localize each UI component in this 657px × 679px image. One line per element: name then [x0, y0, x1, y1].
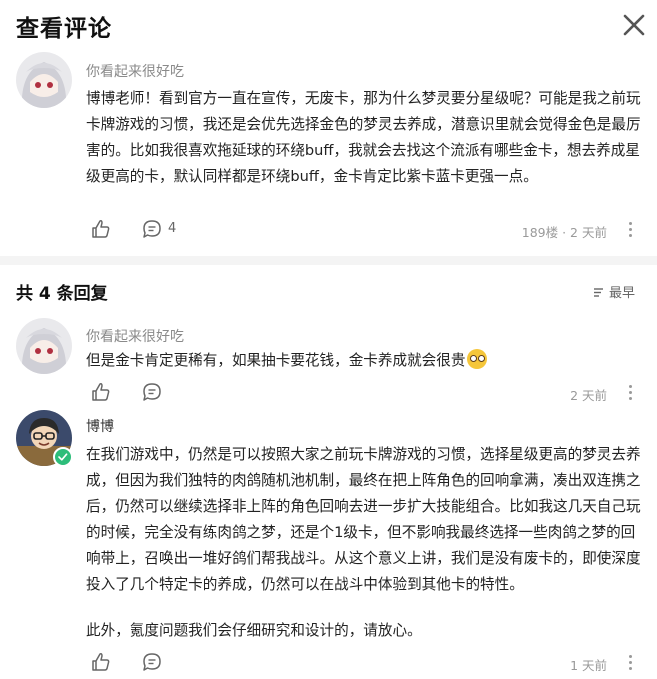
- avatar[interactable]: [16, 318, 72, 374]
- surprised-emoji-icon: [467, 349, 488, 369]
- comment-actions: 4 189楼 · 2 天前: [86, 218, 641, 242]
- reply-text-container: 但是金卡肯定更稀有，如果抽卡要花钱，金卡养成就会很贵: [86, 348, 641, 374]
- section-divider: [0, 256, 657, 265]
- sort-label: 最早: [608, 286, 635, 301]
- sort-icon: [593, 288, 603, 297]
- sort-button[interactable]: 最早: [592, 282, 635, 301]
- reply-text-2: 此外，氪度问题我们会仔细研究和设计的，请放心。: [86, 622, 422, 639]
- close-icon[interactable]: [620, 11, 648, 39]
- dialog-header: 查看评论: [0, 0, 657, 50]
- more-options-icon[interactable]: [621, 381, 641, 403]
- reply-item: 你看起来很好吃 但是金卡肯定更稀有，如果抽卡要花钱，金卡养成就会很贵 2 天前: [0, 318, 657, 404]
- avatar[interactable]: [16, 52, 72, 108]
- main-comment: 你看起来很好吃 博博老师！看到官方一直在宣传，无废卡，那为什么梦灵要分星级呢？可…: [0, 52, 657, 252]
- like-icon[interactable]: [90, 651, 112, 673]
- reply-text: 但是金卡肯定更稀有，如果抽卡要花钱，金卡养成就会很贵: [86, 352, 466, 369]
- reply-meta: 1 天前: [570, 658, 607, 673]
- like-icon[interactable]: [90, 218, 112, 240]
- reply-actions: 2 天前: [86, 381, 641, 405]
- reply-icon[interactable]: [141, 651, 163, 673]
- more-options-icon[interactable]: [621, 218, 641, 240]
- like-icon[interactable]: [90, 381, 112, 403]
- reply-icon[interactable]: [141, 218, 163, 240]
- reply-item: 博博 在我们游戏中，仍然是可以按照大家之前玩卡牌游戏的习惯，选择星级更高的梦灵去…: [0, 410, 657, 678]
- comment-text: 博博老师！看到官方一直在宣传，无废卡，那为什么梦灵要分星级呢？可能是我之前玩卡牌…: [86, 90, 641, 185]
- reply-text: 在我们游戏中，仍然是可以按照大家之前玩卡牌游戏的习惯，选择星级更高的梦灵去养成，…: [86, 446, 641, 593]
- reply-count: 4: [168, 221, 177, 236]
- reply-actions: 1 天前: [86, 651, 641, 675]
- verified-badge-icon: [53, 447, 73, 467]
- reply-username[interactable]: 博博: [86, 416, 114, 436]
- page-title: 查看评论: [16, 16, 112, 42]
- comment-meta: 189楼 · 2 天前: [521, 225, 607, 240]
- more-options-icon[interactable]: [621, 651, 641, 673]
- comment-username[interactable]: 你看起来很好吃: [86, 61, 184, 81]
- reply-username[interactable]: 你看起来很好吃: [86, 326, 184, 346]
- reply-meta: 2 天前: [570, 388, 607, 403]
- replies-count-heading: 共 4 条回复: [16, 284, 108, 304]
- reply-icon[interactable]: [141, 381, 163, 403]
